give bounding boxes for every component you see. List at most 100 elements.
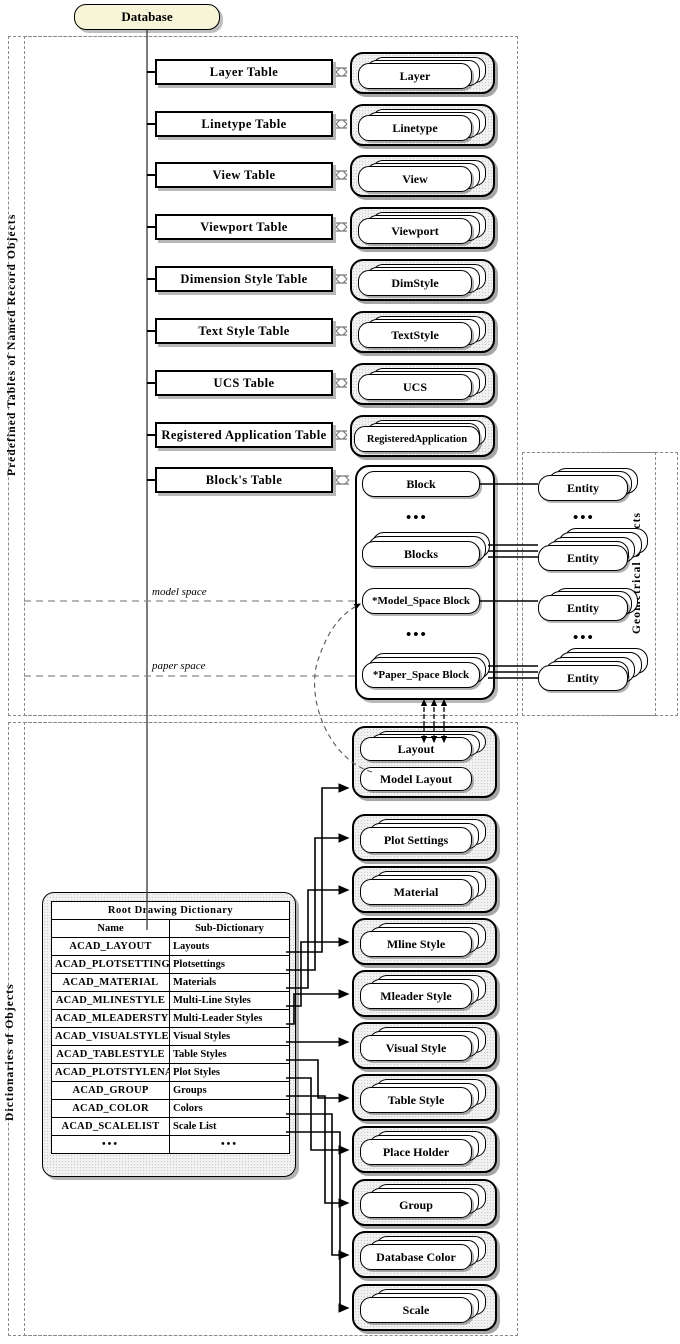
dict-row-subdictionary: Groups [169,1081,290,1100]
dictionary-object-label: Mleader Style [380,988,452,1003]
dict-row-subdictionary: Plot Styles [169,1063,290,1082]
entity-stack[interactable]: Entity [538,528,662,580]
record-object-stack[interactable]: Layer [350,52,495,94]
dictionary-object-stack[interactable]: Table Style [352,1074,497,1121]
dict-row[interactable]: ACAD_GROUP Groups [51,1081,290,1100]
record-object-stack[interactable]: Viewport [350,207,495,249]
stack-card-front: Layer [358,63,472,89]
record-object-stack[interactable]: View [350,155,495,197]
dict-row-subdictionary: Colors [169,1099,290,1118]
block-item-paper-space[interactable]: *Paper_Space Block [362,653,494,691]
record-object-label: UCS [402,379,427,394]
dictionary-object-stack[interactable]: Place Holder [352,1126,497,1173]
symbol-table-box[interactable]: Text Style Table [155,318,333,344]
entity-label: Entity [566,550,599,565]
stack-card-front: Material [360,879,472,905]
model-space-label: model space [152,586,207,598]
dictionary-object-stack[interactable]: Visual Style [352,1022,497,1069]
dict-row[interactable]: ACAD_PLOTSTYLENAME Plot Styles [51,1063,290,1082]
stack-card-front: Group [360,1192,472,1218]
dict-row-name: ACAD_TABLESTYLE [51,1045,170,1064]
block-item-label: *Paper_Space Block [372,669,470,681]
entity-ellipsis-2: ••• [573,630,595,646]
block-item-model-space[interactable]: *Model_Space Block [362,588,488,615]
symbol-table-box[interactable]: UCS Table [155,370,333,396]
symbol-table-box[interactable]: Viewport Table [155,214,333,240]
dict-row[interactable]: ACAD_VISUALSTYLE Visual Styles [51,1027,290,1046]
dict-row[interactable]: ACAD_MLINESTYLE Multi-Line Styles [51,991,290,1010]
dict-row[interactable]: ACAD_MLEADERSTYLE Multi-Leader Styles [51,1009,290,1028]
dictionary-object-stack[interactable]: Mleader Style [352,970,497,1017]
symbol-table-label: Dimension Style Table [180,271,308,286]
block-item-blocks[interactable]: Blocks [362,532,494,570]
dictionary-object-label: Layout [397,741,435,756]
dictionary-object-label: Mline Style [386,936,446,951]
record-object-stack[interactable]: DimStyle [350,259,495,301]
symbol-table-box[interactable]: Registered Application Table [155,422,333,448]
record-object-stack[interactable]: TextStyle [350,311,495,353]
dictionary-object-stack[interactable]: Group [352,1179,497,1226]
stack-card-front: Database Color [360,1244,472,1270]
symbol-table-box[interactable]: Block's Table [155,467,333,493]
stack-card-front: Visual Style [360,1035,472,1061]
dict-row[interactable]: ACAD_PLOTSETTINGS Plotsettings [51,955,290,974]
dictionary-object-stack[interactable]: Database Color [352,1231,497,1278]
zone-label-dictionaries: Dictionaries of Objects [4,983,16,1121]
entity-stack[interactable]: Entity [538,466,650,508]
record-object-label: TextStyle [391,327,439,342]
block-card: Block [362,471,480,497]
dictionary-object-stack[interactable]: Mline Style [352,918,497,965]
block-ellipsis-2: ••• [406,627,428,643]
dict-row[interactable]: ••• ••• [51,1135,290,1154]
dict-col-name: Name [51,919,170,938]
dictionary-object-stack[interactable]: Material [352,866,497,913]
dict-row-name: ACAD_MLINESTYLE [51,991,170,1010]
dict-row[interactable]: ACAD_MATERIAL Materials [51,973,290,992]
symbol-table-box[interactable]: Linetype Table [155,111,333,137]
stack-card-front: Mline Style [360,931,472,957]
dict-row[interactable]: ACAD_SCALELIST Scale List [51,1117,290,1136]
symbol-table-label: Registered Application Table [161,427,327,442]
stack-card-front: DimStyle [358,270,472,296]
entity-card-front: Entity [538,595,628,621]
dict-row-subdictionary: Plotsettings [169,955,290,974]
dictionary-object-stack-layout[interactable]: Layout Model Layout [352,726,497,798]
dict-title: Root Drawing Dictionary [51,901,290,920]
dictionary-object-stack[interactable]: Plot Settings [352,814,497,861]
dict-row-subdictionary: Layouts [169,937,290,956]
dictionary-object-label: Group [399,1197,433,1212]
root-dictionary-panel: Root Drawing Dictionary Name Sub-Diction… [42,892,296,1177]
dict-row[interactable]: ACAD_TABLESTYLE Table Styles [51,1045,290,1064]
dict-row-name: ACAD_GROUP [51,1081,170,1100]
dictionary-object-second-label: Model Layout [379,771,453,786]
dict-row-name: ACAD_MATERIAL [51,973,170,992]
symbol-table-label: Linetype Table [201,116,287,131]
symbol-table-box[interactable]: Layer Table [155,59,333,85]
dict-row-name: ACAD_PLOTSETTINGS [51,955,176,974]
dictionary-object-stack[interactable]: Scale [352,1284,497,1331]
record-object-stack[interactable]: UCS [350,363,495,405]
record-object-stack[interactable]: Linetype [350,104,495,146]
record-object-stack[interactable]: RegisteredApplication [350,415,495,457]
record-object-label: RegisteredApplication [366,433,468,445]
stack-card-front: Linetype [358,115,472,141]
block-item-block[interactable]: Block [362,471,488,498]
dictionary-object-label: Place Holder [382,1144,450,1159]
stack-card-front: TextStyle [358,322,472,348]
symbol-table-box[interactable]: View Table [155,162,333,188]
dictionary-object-label: Scale [402,1302,430,1317]
paper-space-label: paper space [152,660,206,672]
symbol-table-box[interactable]: Dimension Style Table [155,266,333,292]
entity-label: Entity [566,600,599,615]
zone-label-predefined-tables: Predefined Tables of Named Record Object… [6,213,18,476]
database-node[interactable]: Database [74,4,220,30]
dict-row[interactable]: ACAD_LAYOUT Layouts [51,937,290,956]
entity-stack[interactable]: Entity [538,648,662,700]
entity-stack[interactable]: Entity [538,586,650,628]
dict-row[interactable]: ACAD_COLOR Colors [51,1099,290,1118]
dict-row-subdictionary: Materials [169,973,290,992]
stack-card-front: Viewport [358,218,472,244]
dictionary-object-label: Plot Settings [383,832,449,847]
root-dictionary-table[interactable]: Root Drawing Dictionary Name Sub-Diction… [51,901,290,1154]
stack-card-front: View [358,166,472,192]
